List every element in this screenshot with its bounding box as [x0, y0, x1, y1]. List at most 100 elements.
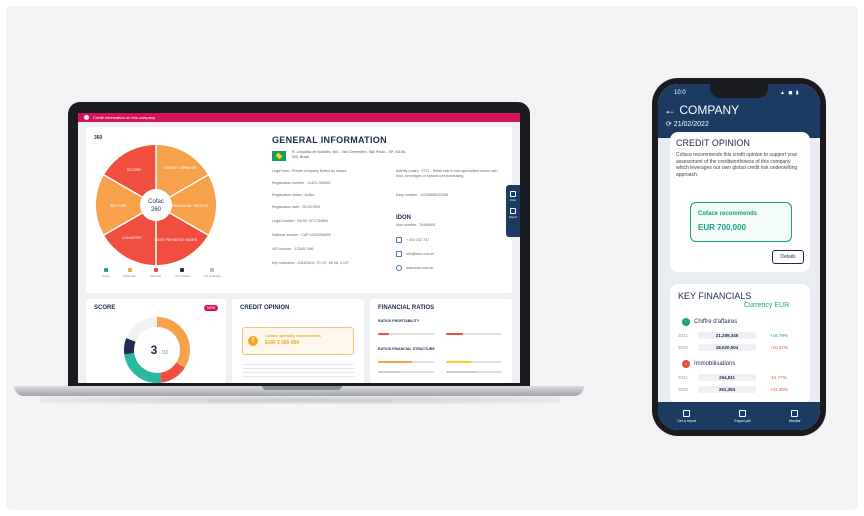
field-activity: Activity (main) : 4721 - Retail sale in … [396, 169, 498, 178]
financials-section-fixed-assets[interactable]: ↓ Immobilisations [682, 360, 735, 368]
financial-ratios-title: FINANCIAL RATIOS [378, 305, 435, 311]
credit-opinion-card: CREDIT OPINION ! Coface partially recomm… [232, 299, 364, 383]
financials-section-turnover[interactable]: ↑ Chiffre d'affaires [682, 318, 737, 326]
laptop-notch [262, 386, 342, 390]
credit-recommendation-box: ! Coface partially recommends EUR 3 000 … [242, 327, 354, 355]
cart-icon [510, 191, 516, 197]
company-website[interactable]: www.idon.com.br [406, 266, 433, 270]
idon-label: IDON [396, 215, 411, 221]
globe-icon [396, 265, 402, 271]
wheel-center-line2: 260 [151, 207, 162, 213]
legend-item: Warning [150, 268, 161, 278]
nav-export-pdf[interactable]: Export pdf [735, 409, 750, 423]
phone-icon [396, 237, 402, 243]
warning-icon: ! [248, 336, 258, 346]
table-row: 2020 261,394 +22.30% [678, 386, 788, 393]
legend-item: Moderate [123, 268, 136, 278]
ratio-bar [378, 361, 434, 363]
phone-screen: 10:0 ▲ ◼ ▮ ← COMPANY ⟳ 21/02/2022 CREDIT… [658, 84, 820, 430]
section-label: Chiffre d'affaires [694, 319, 738, 325]
pdf-icon [738, 409, 746, 417]
brazil-flag-icon [272, 151, 286, 161]
nav-get-report[interactable]: Get a report [677, 409, 696, 423]
company-phone[interactable]: + 001 242 737 [406, 238, 429, 242]
company-email[interactable]: info@idon.com.br [406, 252, 434, 256]
wheel-label-sector: SECTOR [110, 203, 127, 208]
wheel-label-financial-ratios: FINANCIAL RATIOS [172, 203, 209, 208]
company-address: R. Leopoldo de Bulhões, 463 - Vila Cleme… [292, 150, 406, 159]
status-icons: ▲ ◼ ▮ [780, 90, 800, 96]
wheel-label-country: COUNTRY [122, 235, 142, 240]
field-easy-number: Easy number : 12345608123456 [396, 193, 449, 197]
phone-credit-opinion-card: CREDIT OPINION Coface recommends this cr… [670, 132, 810, 272]
arrow-down-icon: ↓ [682, 360, 690, 368]
score-max: /10 [162, 350, 169, 356]
monitor-icon [791, 409, 799, 417]
field-vat-number: VAT number : 123457 896 [272, 247, 314, 251]
side-tab-label2: Report [509, 216, 517, 219]
wheel-label-score: SCORE [127, 167, 142, 172]
ratio-bar [378, 371, 434, 373]
phone-recommendation-label: Coface recommends [698, 211, 758, 217]
legend-item: Not available [204, 268, 221, 278]
score-card-title: SCORE [94, 305, 116, 311]
order-report-side-tab[interactable]: Order Report [506, 185, 520, 237]
ratios-profitability-label: RATIOS PROFITABILITY [378, 319, 420, 323]
wheel-label-credit-opinion: CREDIT OPINION [164, 165, 197, 170]
laptop-screen: Credit Information on this company 360 C… [78, 113, 520, 383]
ratio-bar [446, 333, 502, 335]
phone-credit-opinion-text: Coface recommends this credit opinion to… [676, 152, 798, 178]
status-time: 10:0 [674, 90, 686, 96]
document-icon [510, 208, 516, 214]
financial-ratios-card: FINANCIAL RATIOS RATIOS PROFITABILITY RA… [370, 299, 512, 383]
field-national-number: National number : CAP 10225/84899 [272, 233, 331, 237]
score-value: 3 [151, 343, 158, 357]
wheel-center-line1: Cofac [148, 199, 164, 205]
field-registration-number: Registration number : 11421-789825 [272, 181, 331, 185]
company-back-button[interactable]: ← COMPANY [664, 103, 739, 117]
new-badge: NEW [204, 305, 219, 311]
wheel-legend: Good Moderate Warning Very Weak Not avai… [102, 268, 221, 278]
score-gauge: 3 /10 [124, 317, 190, 383]
refresh-date: ⟳ 21/02/2022 [666, 121, 709, 128]
field-key-indicators: Key indicators : 2018 8103, 70, 87, 4B 9… [272, 261, 349, 265]
wheel-label-late-payment: LATE PAYMENT INDEX [155, 237, 198, 242]
cart-icon [683, 409, 691, 417]
ratio-bar [446, 371, 502, 373]
recommendation-text: Coface partially recommends [265, 333, 321, 338]
field-idon-number: Idon number : 70468605 [396, 223, 436, 227]
field-legal-form: Legal form : Private company limited by … [272, 169, 347, 173]
email-icon [396, 251, 402, 257]
laptop-top-bar: Credit Information on this company [78, 113, 520, 122]
legend-item: Good [102, 268, 109, 278]
score-360-label: 360 [94, 135, 103, 141]
legend-item: Very Weak [175, 268, 190, 278]
field-registration-date: Registration date : 20/10/1999 [272, 205, 321, 209]
phone-notch [710, 84, 768, 98]
side-tab-label1: Order [509, 199, 517, 202]
wheel-center [140, 189, 172, 221]
details-button[interactable]: Details [772, 250, 804, 264]
phone-key-financials-card: KEY FINANCIALS Currency EUR ↑ Chiffre d'… [670, 284, 810, 404]
phone-bottom-nav: Get a report Export pdf Monitor [658, 402, 820, 430]
top-bar-title: Credit Information on this company [93, 115, 156, 120]
laptop-shadow [40, 396, 560, 404]
coface-logo-icon [84, 115, 89, 120]
credit-opinion-title: CREDIT OPINION [240, 305, 290, 311]
ratio-bar [378, 333, 434, 335]
score-card: SCORE NEW 3 /10 [86, 299, 226, 383]
risk-wheel[interactable]: Cofac 260 SCORE CREDIT OPINION FINANCIAL… [96, 145, 216, 265]
section-label: Immobilisations [694, 361, 736, 367]
nav-monitor[interactable]: Monitor [789, 409, 801, 423]
credit-opinion-description [242, 361, 354, 379]
recommendation-amount: EUR 3 000 000 [265, 340, 300, 346]
phone-recommendation-box: Coface recommends EUR 700,000 [690, 202, 792, 242]
key-financials-title: KEY FINANCIALS [678, 291, 752, 301]
field-legal-number: Legal number : 04193 1571784899 [272, 219, 328, 223]
arrow-up-icon: ↑ [682, 318, 690, 326]
table-row: 2021 294,811 -12.77% [678, 374, 787, 381]
currency-label: Currency EUR [744, 302, 790, 309]
table-row: 2020 18,020,504 +10.37% [678, 344, 788, 351]
ratios-financial-structure-label: RATIOS FINANCIAL STRUCTURE [378, 347, 435, 351]
general-info-card: 360 Cofac 260 SCORE CREDIT OPINION FINAN… [86, 127, 512, 293]
